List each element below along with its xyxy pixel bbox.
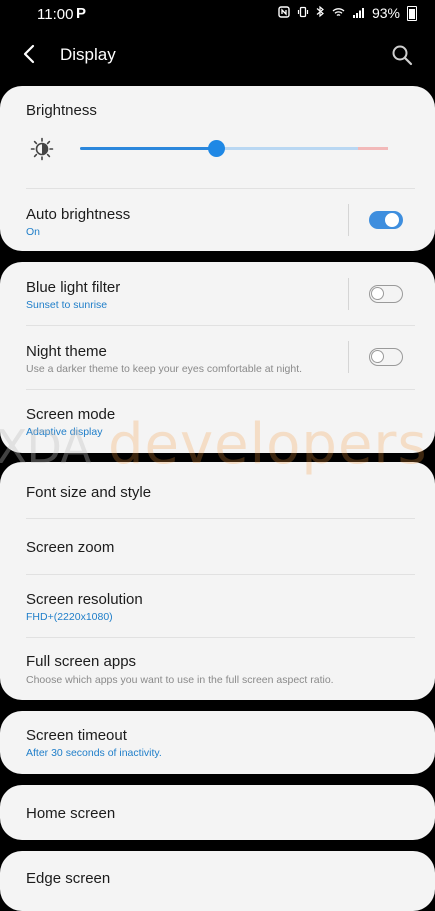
screen-resolution-row[interactable]: Screen resolution FHD+(2220x1080) xyxy=(0,575,435,637)
home-screen-card[interactable]: Home screen xyxy=(0,785,435,840)
status-time: 11:00 xyxy=(37,6,74,23)
slider-thumb[interactable] xyxy=(207,140,225,157)
screen-resolution-title: Screen resolution xyxy=(26,591,143,608)
nfc-icon xyxy=(278,5,290,21)
screen-timeout-title: Screen timeout xyxy=(26,727,127,744)
font-size-title: Font size and style xyxy=(26,484,152,501)
screen-resolution-value: FHD+(2220x1080) xyxy=(26,611,113,623)
night-theme-title: Night theme xyxy=(26,343,107,360)
full-screen-apps-description: Choose which apps you want to use in the… xyxy=(26,674,334,686)
display-modes-card: Blue light filter Sunset to sunrise Nigh… xyxy=(0,262,435,453)
blue-light-schedule: Sunset to sunrise xyxy=(26,299,108,311)
slider-warm-zone xyxy=(358,147,388,150)
edge-screen-card[interactable]: Edge screen xyxy=(0,851,435,911)
auto-brightness-title: Auto brightness xyxy=(26,206,131,223)
status-bar: 11:00 P 93% xyxy=(0,0,435,28)
night-theme-description: Use a darker theme to keep your eyes com… xyxy=(26,363,303,375)
vertical-divider xyxy=(348,278,349,310)
toggle-knob xyxy=(371,350,384,363)
signal-icon xyxy=(352,6,365,21)
vertical-divider xyxy=(348,204,349,236)
toggle-knob xyxy=(371,287,384,300)
battery-icon xyxy=(407,5,417,21)
wifi-icon xyxy=(332,6,345,21)
parking-icon: P xyxy=(76,5,87,22)
screen-mode-title: Screen mode xyxy=(26,406,116,423)
app-bar: Display xyxy=(0,28,435,84)
toggle-knob xyxy=(383,211,401,229)
auto-brightness-status: On xyxy=(26,226,41,238)
status-icons: 93% xyxy=(278,5,417,21)
back-arrow-icon[interactable] xyxy=(18,42,42,66)
brightness-sun-icon xyxy=(30,137,54,161)
brightness-title: Brightness xyxy=(26,102,97,119)
edge-screen-title: Edge screen xyxy=(26,870,111,887)
screen-timeout-value: After 30 seconds of inactivity. xyxy=(26,747,162,759)
bluetooth-icon xyxy=(316,5,325,21)
screen-settings-card: Font size and style Screen zoom Screen r… xyxy=(0,462,435,700)
vertical-divider xyxy=(348,341,349,373)
screen-timeout-card[interactable]: Screen timeout After 30 seconds of inact… xyxy=(0,711,435,774)
full-screen-apps-title: Full screen apps xyxy=(26,653,137,670)
auto-brightness-row[interactable]: Auto brightness On xyxy=(0,188,435,251)
home-screen-title: Home screen xyxy=(26,805,116,822)
auto-brightness-toggle[interactable] xyxy=(369,211,403,229)
screen-mode-value: Adaptive display xyxy=(26,426,103,438)
search-icon[interactable] xyxy=(391,44,413,66)
brightness-slider[interactable] xyxy=(80,140,388,157)
blue-light-filter-row[interactable]: Blue light filter Sunset to sunrise xyxy=(0,262,435,325)
full-screen-apps-row[interactable]: Full screen apps Choose which apps you w… xyxy=(0,638,435,700)
brightness-card: Brightness Auto brightness On xyxy=(0,86,435,251)
screen-mode-row[interactable]: Screen mode Adaptive display xyxy=(0,390,435,453)
screen-zoom-row[interactable]: Screen zoom xyxy=(0,519,435,575)
night-theme-toggle[interactable] xyxy=(369,348,403,366)
screen-zoom-title: Screen zoom xyxy=(26,539,115,556)
battery-percent: 93% xyxy=(371,5,400,21)
vibrate-icon xyxy=(297,6,309,21)
night-theme-row[interactable]: Night theme Use a darker theme to keep y… xyxy=(0,326,435,389)
slider-fill xyxy=(80,147,216,150)
blue-light-toggle[interactable] xyxy=(369,285,403,303)
page-title: Display xyxy=(60,45,116,64)
font-size-row[interactable]: Font size and style xyxy=(0,462,435,518)
blue-light-title: Blue light filter xyxy=(26,279,121,296)
